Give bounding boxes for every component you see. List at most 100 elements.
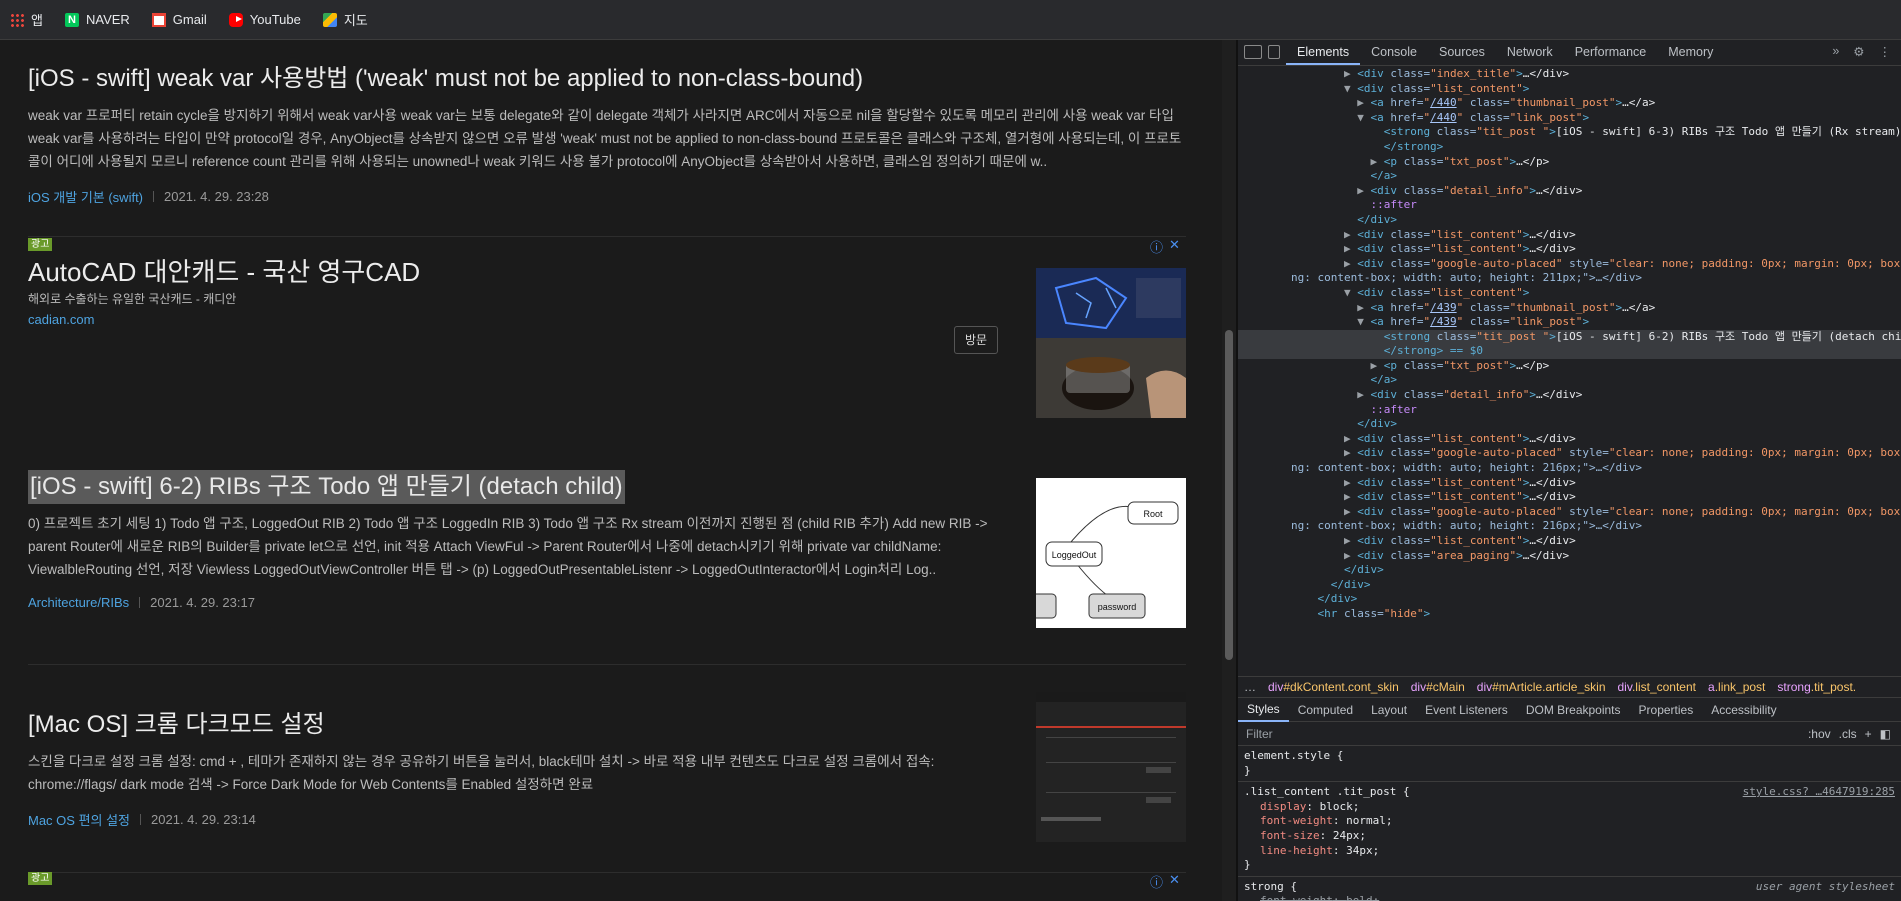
styles-subtab[interactable]: Styles xyxy=(1238,698,1289,722)
expand-triangle-icon[interactable]: ▶ xyxy=(1344,242,1357,255)
ad-close-icon[interactable]: ✕ xyxy=(1169,872,1180,891)
collapse-triangle-icon[interactable]: ▼ xyxy=(1357,315,1370,328)
expand-triangle-icon[interactable]: ▶ xyxy=(1344,67,1357,80)
post-thumbnail[interactable] xyxy=(1036,692,1186,842)
inspect-element-icon[interactable] xyxy=(1244,45,1262,59)
dom-node[interactable]: </div> xyxy=(1238,213,1901,228)
dom-node[interactable]: ▶ <div class="index_title">…</div> xyxy=(1238,67,1901,82)
expand-triangle-icon[interactable]: ▶ xyxy=(1357,388,1370,401)
expand-triangle-icon[interactable]: ▶ xyxy=(1344,505,1357,518)
more-options-icon[interactable]: ⋮ xyxy=(1879,44,1892,59)
expand-triangle-icon[interactable]: ▶ xyxy=(1344,490,1357,503)
dom-node[interactable]: ng: content-box; width: auto; height: 21… xyxy=(1238,461,1901,476)
attr-link[interactable]: /440 xyxy=(1430,96,1457,109)
attr-value[interactable]: "/440" xyxy=(1423,111,1463,124)
bookmark-item[interactable]: YouTube xyxy=(228,12,301,27)
post-title[interactable]: [iOS - swift] weak var 사용방법 ('weak' must… xyxy=(28,62,1186,96)
dom-node[interactable]: ▶ <div class="list_content">…</div> xyxy=(1238,242,1901,257)
dom-node[interactable]: ▶ <p class="txt_post">…</p> xyxy=(1238,155,1901,170)
dom-node[interactable]: ▶ <div class="google-auto-placed" style=… xyxy=(1238,505,1901,520)
dom-node[interactable]: <strong class="tit_post ">[iOS - swift] … xyxy=(1238,329,1901,345)
dom-node[interactable]: ▶ <a href="/439" class="thumbnail_post">… xyxy=(1238,301,1901,316)
dom-node[interactable]: ng: content-box; width: auto; height: 21… xyxy=(1238,271,1901,286)
dom-node[interactable]: ::after xyxy=(1238,403,1901,418)
expand-triangle-icon[interactable]: ▶ xyxy=(1357,96,1370,109)
breadcrumb-item[interactable]: div#cMain xyxy=(1411,680,1465,694)
more-tabs-icon[interactable]: » xyxy=(1832,44,1839,59)
expand-triangle-icon[interactable]: ▶ xyxy=(1370,359,1383,372)
ad-close-icon[interactable]: ✕ xyxy=(1169,237,1180,256)
attr-value[interactable]: "/440" xyxy=(1423,96,1463,109)
ad-title[interactable]: AutoCAD 대안캐드 - 국산 영구CAD xyxy=(28,252,420,289)
collapse-triangle-icon[interactable]: ▼ xyxy=(1344,286,1357,299)
styles-subtab[interactable]: Properties xyxy=(1630,699,1703,721)
dom-node[interactable]: </div> xyxy=(1238,592,1901,607)
ad-image[interactable] xyxy=(1036,268,1186,418)
post-excerpt[interactable]: weak var 프로퍼티 retain cycle을 방지하기 위해서 wea… xyxy=(28,104,1186,173)
post-category-link[interactable]: iOS 개발 기본 (swift) xyxy=(28,187,143,206)
devtools-tab[interactable]: Performance xyxy=(1564,45,1658,65)
expand-triangle-icon[interactable]: ▶ xyxy=(1344,534,1357,547)
devtools-tab[interactable]: Elements xyxy=(1286,45,1361,65)
bookmark-item[interactable]: 지도 xyxy=(322,10,368,29)
bookmark-item[interactable]: 앱 xyxy=(10,10,43,29)
dom-node[interactable]: <hr class="hide"> xyxy=(1238,607,1901,622)
breadcrumb-item[interactable]: div#dkContent.cont_skin xyxy=(1268,680,1399,694)
device-toolbar-icon[interactable] xyxy=(1268,45,1280,59)
post-title-highlighted[interactable]: [iOS - swift] 6-2) RIBs 구조 Todo 앱 만들기 (d… xyxy=(28,470,625,504)
expand-triangle-icon[interactable]: ▶ xyxy=(1370,155,1383,168)
dom-node[interactable]: </a> xyxy=(1238,169,1901,184)
dom-node[interactable]: ▶ <div class="detail_info">…</div> xyxy=(1238,184,1901,199)
bookmark-item[interactable]: Gmail xyxy=(151,12,207,27)
breadcrumb-overflow[interactable]: … xyxy=(1244,680,1256,694)
dom-node[interactable]: ▶ <a href="/440" class="thumbnail_post">… xyxy=(1238,96,1901,111)
breadcrumb-item[interactable]: div#mArticle.article_skin xyxy=(1477,680,1606,694)
bookmark-item[interactable]: N NAVER xyxy=(64,12,130,27)
devtools-tab[interactable]: Sources xyxy=(1428,45,1496,65)
dom-node[interactable]: ▶ <div class="list_content">…</div> xyxy=(1238,490,1901,505)
devtools-tab[interactable]: Console xyxy=(1360,45,1428,65)
dom-node[interactable]: ▼ <div class="list_content"> xyxy=(1238,286,1901,301)
scrollbar-thumb[interactable] xyxy=(1225,330,1233,660)
dom-node[interactable]: ▶ <div class="google-auto-placed" style=… xyxy=(1238,446,1901,461)
dom-node[interactable]: ▶ <div class="detail_info">…</div> xyxy=(1238,388,1901,403)
post-category-link[interactable]: Mac OS 편의 설정 xyxy=(28,810,130,829)
settings-gear-icon[interactable]: ⚙ xyxy=(1853,44,1864,59)
expand-triangle-icon[interactable]: ▶ xyxy=(1344,549,1357,562)
class-toggle[interactable]: .cls xyxy=(1839,727,1857,741)
styles-filter-input[interactable]: Filter xyxy=(1246,727,1273,741)
attr-link[interactable]: /439 xyxy=(1430,301,1457,314)
breadcrumb-item[interactable]: a.link_post xyxy=(1708,680,1765,694)
attr-link[interactable]: /439 xyxy=(1430,315,1457,328)
styles-subtab[interactable]: Event Listeners xyxy=(1416,699,1517,721)
hover-state-toggle[interactable]: :hov xyxy=(1808,727,1831,741)
devtools-tab[interactable]: Memory xyxy=(1657,45,1724,65)
styles-subtab[interactable]: Computed xyxy=(1289,699,1362,721)
dom-node[interactable]: ▼ <div class="list_content"> xyxy=(1238,82,1901,97)
expand-triangle-icon[interactable]: ▶ xyxy=(1344,257,1357,270)
devtools-tab[interactable]: Network xyxy=(1496,45,1564,65)
post-excerpt[interactable]: 스킨을 다크로 설정 크롬 설정: cmd + , 테마가 존재하지 않는 경우… xyxy=(28,750,1023,796)
css-property[interactable]: font-size: 24px; xyxy=(1244,829,1895,844)
post-title[interactable]: [Mac OS] 크롬 다크모드 설정 xyxy=(28,708,1186,742)
dom-node[interactable]: </div> xyxy=(1238,417,1901,432)
dom-node[interactable]: </strong> == $0 xyxy=(1238,344,1901,359)
post-thumbnail[interactable]: Root LoggedOut password xyxy=(1025,478,1186,628)
dom-node[interactable]: ▶ <div class="list_content">…</div> xyxy=(1238,228,1901,243)
expand-triangle-icon[interactable]: ▶ xyxy=(1344,228,1357,241)
expand-triangle-icon[interactable]: ▶ xyxy=(1344,446,1357,459)
breadcrumb-item[interactable]: div.list_content xyxy=(1618,680,1697,694)
post-category-link[interactable]: Architecture/RIBs xyxy=(28,595,129,610)
expand-triangle-icon[interactable]: ▶ xyxy=(1344,432,1357,445)
dom-node[interactable]: ▶ <div class="list_content">…</div> xyxy=(1238,432,1901,447)
css-source-link[interactable]: style.css? …4647919:285 xyxy=(1743,785,1895,800)
toggle-sidebar-icon[interactable]: ◧ xyxy=(1880,727,1891,741)
add-rule-icon[interactable]: + xyxy=(1865,727,1872,741)
dom-tree[interactable]: ▶ <div class="index_title">…</div> ▼ <di… xyxy=(1238,67,1901,676)
attr-value[interactable]: "/439" xyxy=(1423,301,1463,314)
dom-node[interactable]: </div> xyxy=(1238,563,1901,578)
ad-info-icon[interactable]: ⓘ xyxy=(1150,872,1163,891)
expand-triangle-icon[interactable]: ▶ xyxy=(1357,301,1370,314)
dom-node[interactable]: ::after xyxy=(1238,198,1901,213)
expand-triangle-icon[interactable]: ▶ xyxy=(1357,184,1370,197)
